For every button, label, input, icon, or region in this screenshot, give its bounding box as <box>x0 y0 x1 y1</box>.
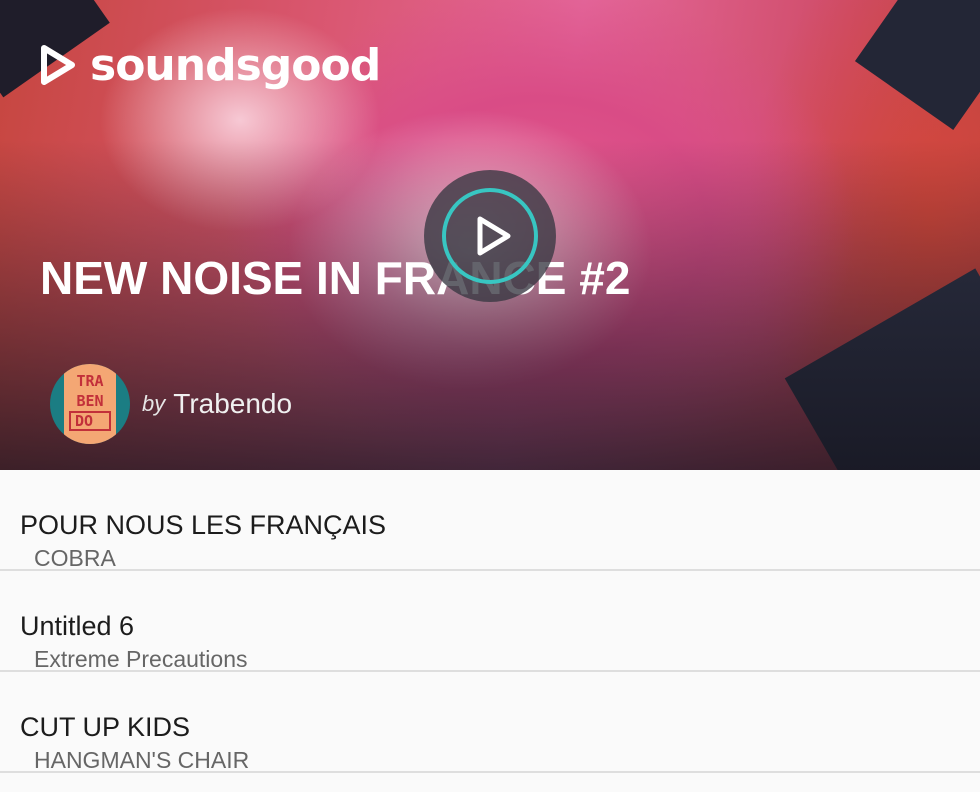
play-icon <box>477 216 511 256</box>
avatar-text: TRA <box>76 372 103 390</box>
soundsgood-logo[interactable]: soundsgood <box>40 39 381 91</box>
play-triangle-icon <box>41 45 75 85</box>
cover-art-corner <box>854 0 980 130</box>
track-artist: HANGMAN'S CHAIR <box>34 747 250 773</box>
play-ring <box>442 188 538 284</box>
brand-name: soundsgood <box>90 39 381 91</box>
avatar-text: BEN <box>76 392 103 410</box>
track-artist: Extreme Precautions <box>34 646 248 672</box>
track-row[interactable]: POUR NOUS LES FRANÇAIS COBRA <box>0 470 980 571</box>
track-artist: COBRA <box>34 545 116 571</box>
playlist-title: NEW NOISE IN FRANCE #2 <box>40 252 631 304</box>
track-title: CUT UP KIDS <box>20 712 191 742</box>
playlist-author[interactable]: TRA BEN DO by Trabendo <box>50 364 292 444</box>
track-list: POUR NOUS LES FRANÇAIS COBRA Untitled 6 … <box>0 470 980 773</box>
author-name[interactable]: Trabendo <box>173 388 292 420</box>
playlist-header: soundsgood NEW NOISE IN FRANCE #2 TRA BE… <box>0 0 980 470</box>
avatar-text: DO <box>75 412 93 430</box>
track-row[interactable]: CUT UP KIDS HANGMAN'S CHAIR <box>0 672 980 773</box>
track-title: POUR NOUS LES FRANÇAIS <box>20 510 387 540</box>
track-title: Untitled 6 <box>20 611 135 641</box>
track-row[interactable]: Untitled 6 Extreme Precautions <box>0 571 980 672</box>
play-button[interactable] <box>424 170 556 302</box>
trabendo-logo-icon: TRA BEN DO <box>64 364 116 444</box>
by-label: by <box>142 391 166 416</box>
avatar[interactable]: TRA BEN DO <box>50 364 130 444</box>
